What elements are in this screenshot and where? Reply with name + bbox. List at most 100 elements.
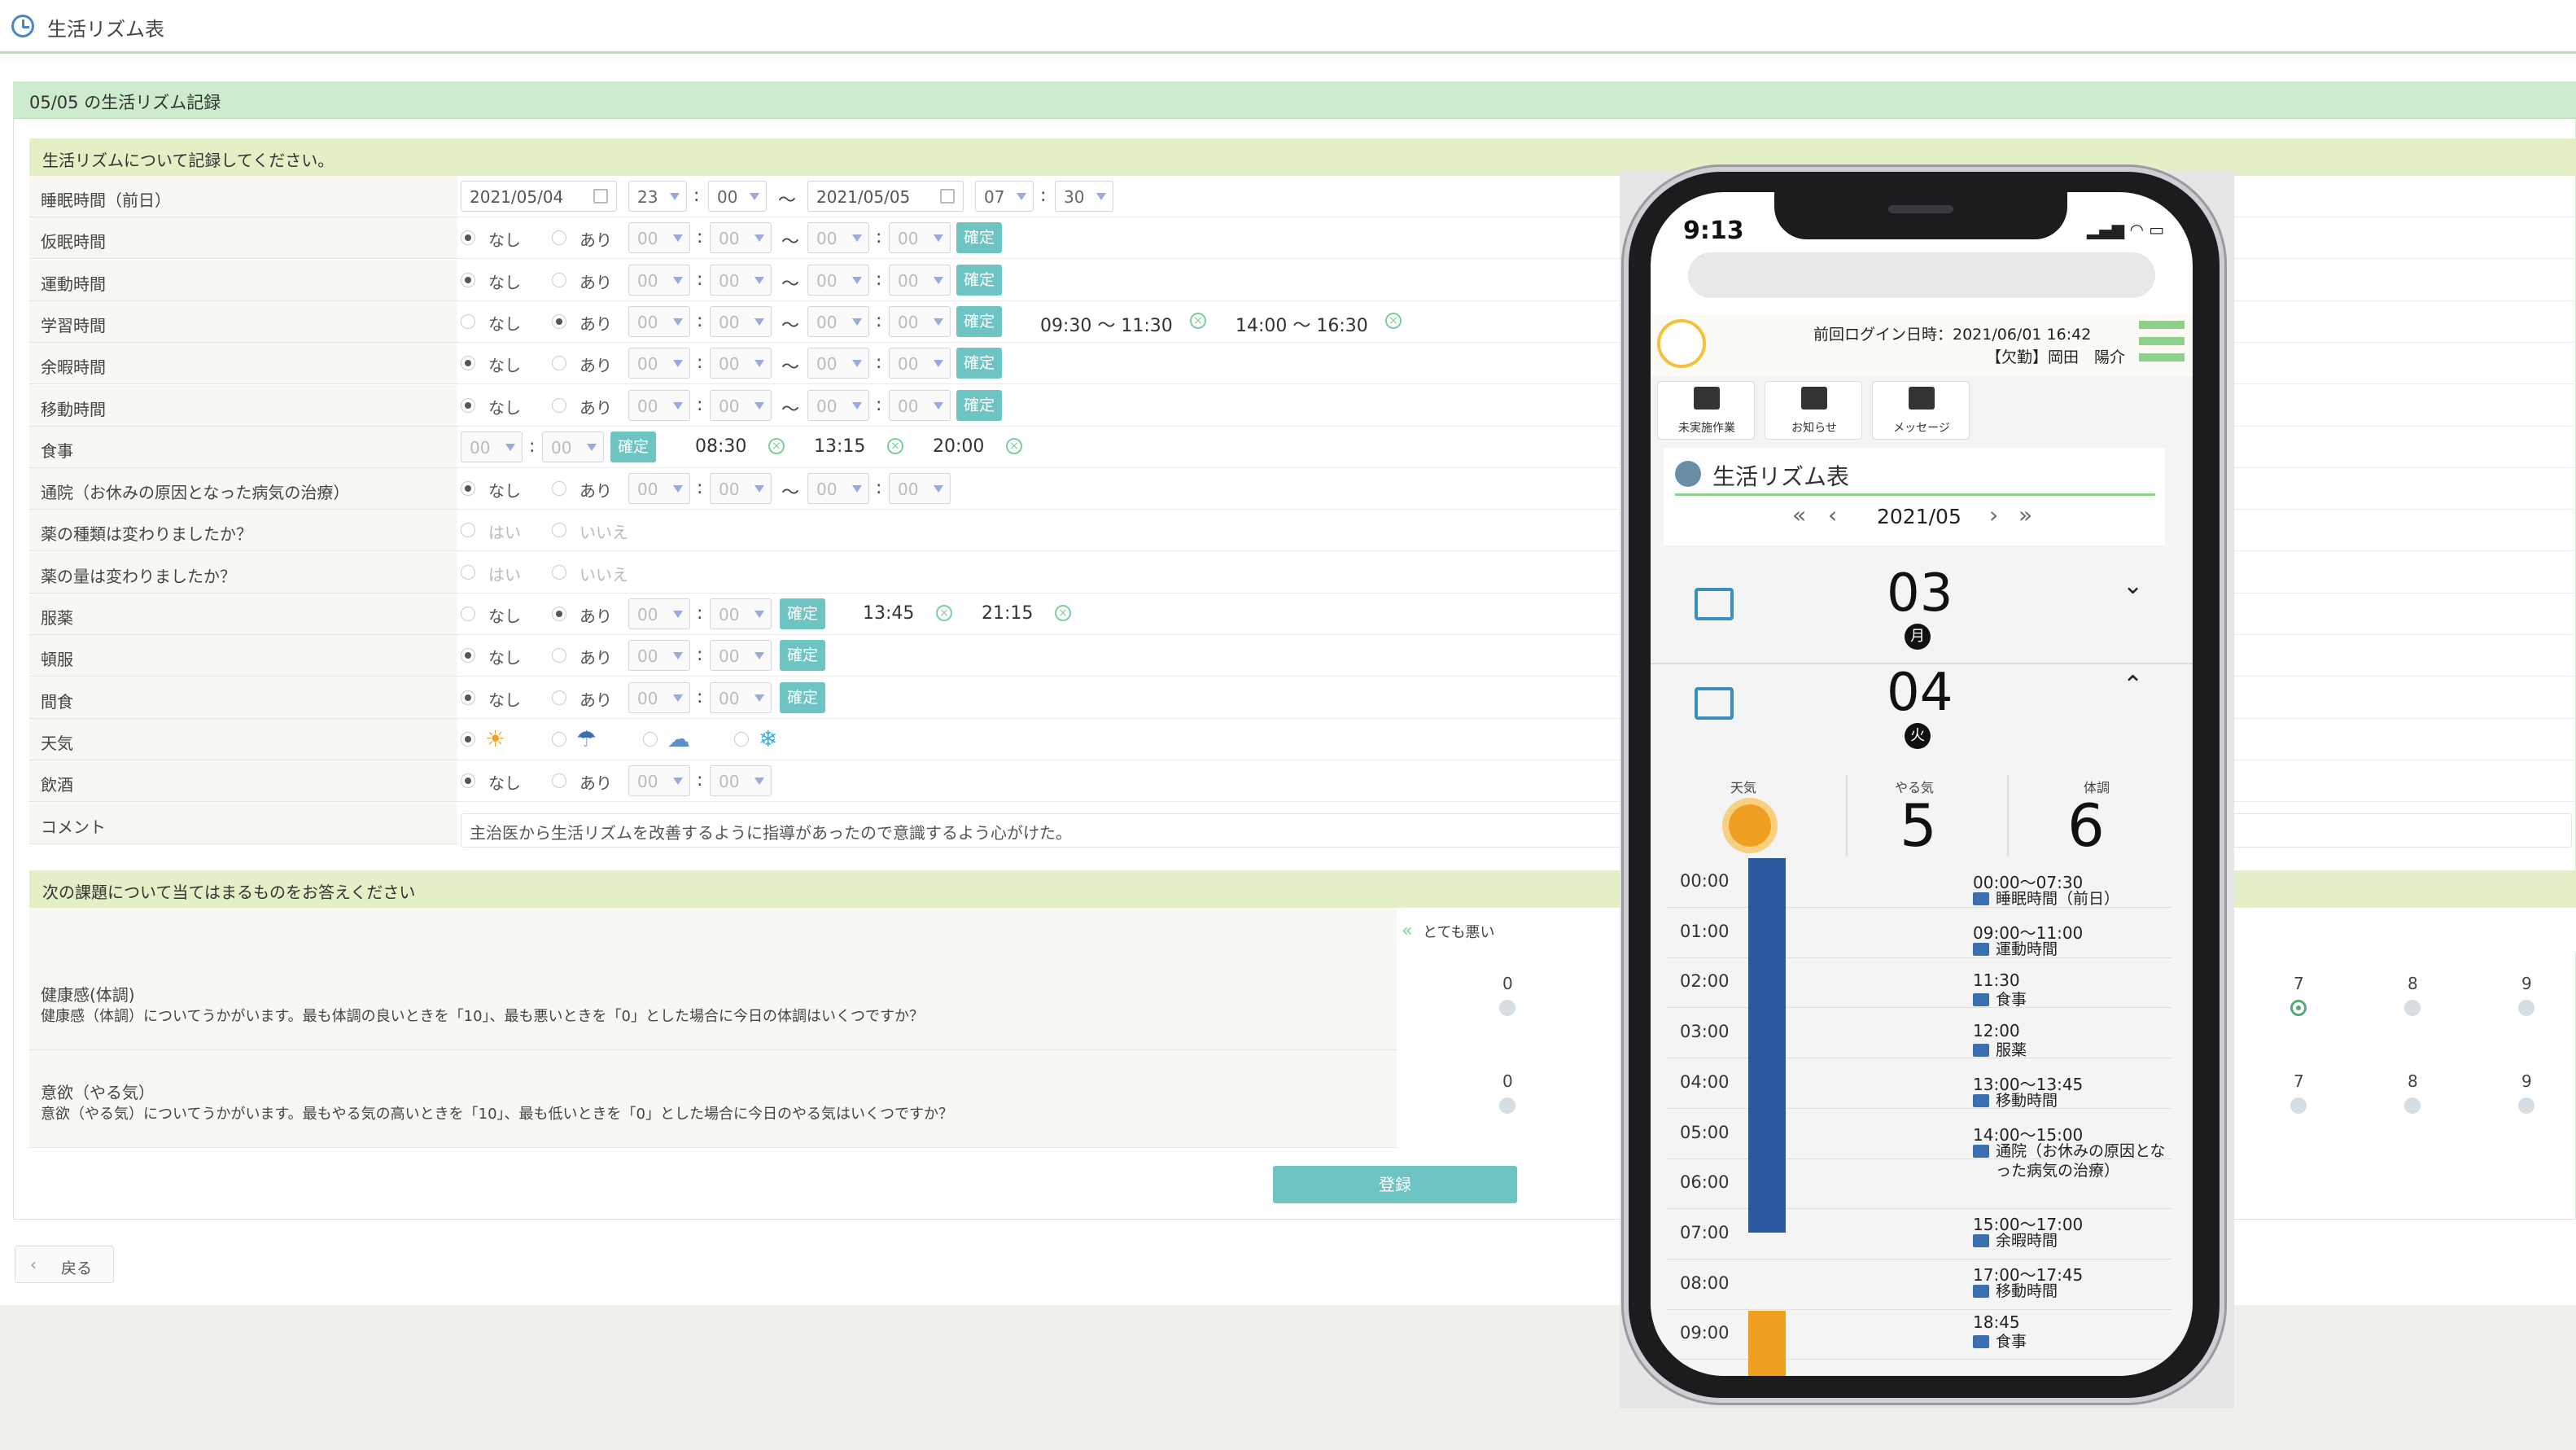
time-select[interactable]: 00 xyxy=(628,348,690,379)
weather-radio[interactable] xyxy=(461,731,475,747)
confirm-button[interactable]: 確定 xyxy=(780,598,825,629)
time-select[interactable]: 00 xyxy=(710,222,772,254)
time-select[interactable]: 00 xyxy=(807,264,869,296)
confirm-button[interactable]: 確定 xyxy=(956,348,1002,379)
weather-radio[interactable] xyxy=(734,731,749,747)
double-chevron-right-icon[interactable]: » xyxy=(2018,502,2032,528)
value: 00 xyxy=(551,437,572,458)
time-select[interactable]: 00 xyxy=(542,431,604,462)
time-select[interactable]: 00 xyxy=(628,765,690,797)
time-select[interactable]: 00 xyxy=(628,473,690,505)
time-select[interactable]: 00 xyxy=(710,640,772,672)
radio-second[interactable] xyxy=(552,690,566,705)
time-select[interactable]: 00 xyxy=(628,264,690,296)
time-select[interactable]: 00 xyxy=(628,389,690,421)
sleep-start-date[interactable]: 2021/05/04 xyxy=(461,181,617,212)
radio-first[interactable] xyxy=(461,564,475,580)
row-label-drinking: 飲酒 xyxy=(29,760,457,803)
radio-first[interactable] xyxy=(461,607,475,621)
phone-nav-button[interactable]: お知らせ xyxy=(1765,381,1862,440)
q1-scale-option[interactable] xyxy=(2290,1000,2307,1016)
q2-scale-option[interactable] xyxy=(2404,1097,2421,1114)
radio-second[interactable] xyxy=(552,564,566,580)
time-select[interactable]: 00 xyxy=(889,264,951,296)
time-select[interactable]: 00 xyxy=(710,389,772,421)
time-select[interactable]: 00 xyxy=(628,305,690,337)
sleep-end-minute[interactable]: 30 xyxy=(1055,181,1113,212)
remove-circle-icon[interactable]: × xyxy=(1055,605,1071,621)
confirm-button[interactable]: 確定 xyxy=(610,431,656,462)
confirm-button[interactable]: 確定 xyxy=(780,681,825,713)
confirm-button[interactable]: 確定 xyxy=(956,222,1002,254)
weather-radio[interactable] xyxy=(552,731,566,747)
time-select[interactable]: 00 xyxy=(710,348,772,379)
confirm-button[interactable]: 確定 xyxy=(956,389,1002,421)
sleep-start-minute[interactable]: 00 xyxy=(708,181,767,212)
remove-circle-icon[interactable]: × xyxy=(887,437,903,454)
q1-scale-option[interactable] xyxy=(2518,1000,2534,1016)
remove-circle-icon[interactable]: × xyxy=(768,437,785,454)
time-select[interactable]: 00 xyxy=(807,473,869,505)
back-button[interactable]: ‹ 戻る xyxy=(15,1246,114,1283)
radio-first[interactable] xyxy=(461,397,475,413)
phone-nav-button[interactable]: メッセージ xyxy=(1872,381,1970,440)
address-bar[interactable] xyxy=(1688,252,2155,298)
radio-first[interactable] xyxy=(461,272,475,287)
submit-button[interactable]: 登録 xyxy=(1273,1166,1517,1203)
q2-scale-option[interactable] xyxy=(2290,1097,2307,1114)
sleep-end-date[interactable]: 2021/05/05 xyxy=(807,181,964,212)
chevron-left-icon[interactable]: ‹ xyxy=(1828,502,1837,528)
time-select[interactable]: 00 xyxy=(807,389,869,421)
hamburger-icon[interactable] xyxy=(2139,321,2185,329)
time-select[interactable]: 00 xyxy=(889,348,951,379)
phone-nav-button[interactable]: 未実施作業 xyxy=(1657,381,1755,440)
radio-second[interactable] xyxy=(552,272,566,287)
radio-second[interactable] xyxy=(552,607,566,621)
radio-first[interactable] xyxy=(461,481,475,497)
radio-second[interactable] xyxy=(552,313,566,329)
time-select[interactable]: 00 xyxy=(710,598,772,629)
time-select[interactable]: 00 xyxy=(889,473,951,505)
time-select[interactable]: 00 xyxy=(889,222,951,254)
time-select[interactable]: 00 xyxy=(710,305,772,337)
comment-input[interactable]: 主治医から生活リズムを改善するように指導があったので意識するよう心がけた。 xyxy=(461,813,2572,848)
edit-icon[interactable] xyxy=(1695,687,1734,720)
time-select[interactable]: 00 xyxy=(807,348,869,379)
remove-circle-icon[interactable]: × xyxy=(1385,312,1402,329)
radio-first[interactable] xyxy=(461,313,475,329)
double-chevron-left-icon[interactable]: « xyxy=(1792,502,1806,528)
time-select[interactable]: 00 xyxy=(807,222,869,254)
remove-circle-icon[interactable]: × xyxy=(1006,437,1022,454)
time-select[interactable]: 00 xyxy=(889,389,951,421)
time-select[interactable]: 00 xyxy=(628,598,690,629)
chevron-right-icon[interactable]: › xyxy=(1989,502,1998,528)
q2-scale-option[interactable] xyxy=(1499,1097,1515,1114)
remove-circle-icon[interactable]: × xyxy=(936,605,952,621)
confirm-button[interactable]: 確定 xyxy=(956,264,1002,296)
radio-second[interactable] xyxy=(552,481,566,497)
weather-radio[interactable] xyxy=(643,731,658,747)
radio-second[interactable] xyxy=(552,397,566,413)
sleep-end-hour[interactable]: 07 xyxy=(975,181,1034,212)
time-select[interactable]: 00 xyxy=(628,681,690,713)
q2-scale-option[interactable] xyxy=(2518,1097,2534,1114)
time-select[interactable]: 00 xyxy=(710,473,772,505)
radio-first[interactable] xyxy=(461,690,475,705)
q1-scale-option[interactable] xyxy=(1499,1000,1515,1016)
edit-icon[interactable] xyxy=(1695,588,1734,620)
time-select[interactable]: 00 xyxy=(628,640,690,672)
time-select[interactable]: 00 xyxy=(710,681,772,713)
q1-scale-option[interactable] xyxy=(2404,1000,2421,1016)
confirm-button[interactable]: 確定 xyxy=(956,305,1002,337)
time-select[interactable]: 00 xyxy=(710,765,772,797)
confirm-button[interactable]: 確定 xyxy=(780,640,825,672)
chevron-up-icon[interactable]: ⌃ xyxy=(2123,671,2143,699)
chevron-down-icon[interactable]: ⌄ xyxy=(2123,572,2143,600)
time-select[interactable]: 00 xyxy=(628,222,690,254)
sleep-start-hour[interactable]: 23 xyxy=(628,181,687,212)
time-select[interactable]: 00 xyxy=(710,264,772,296)
remove-circle-icon[interactable]: × xyxy=(1190,312,1206,329)
time-select[interactable]: 00 xyxy=(807,305,869,337)
time-select[interactable]: 00 xyxy=(461,431,523,462)
time-select[interactable]: 00 xyxy=(889,305,951,337)
